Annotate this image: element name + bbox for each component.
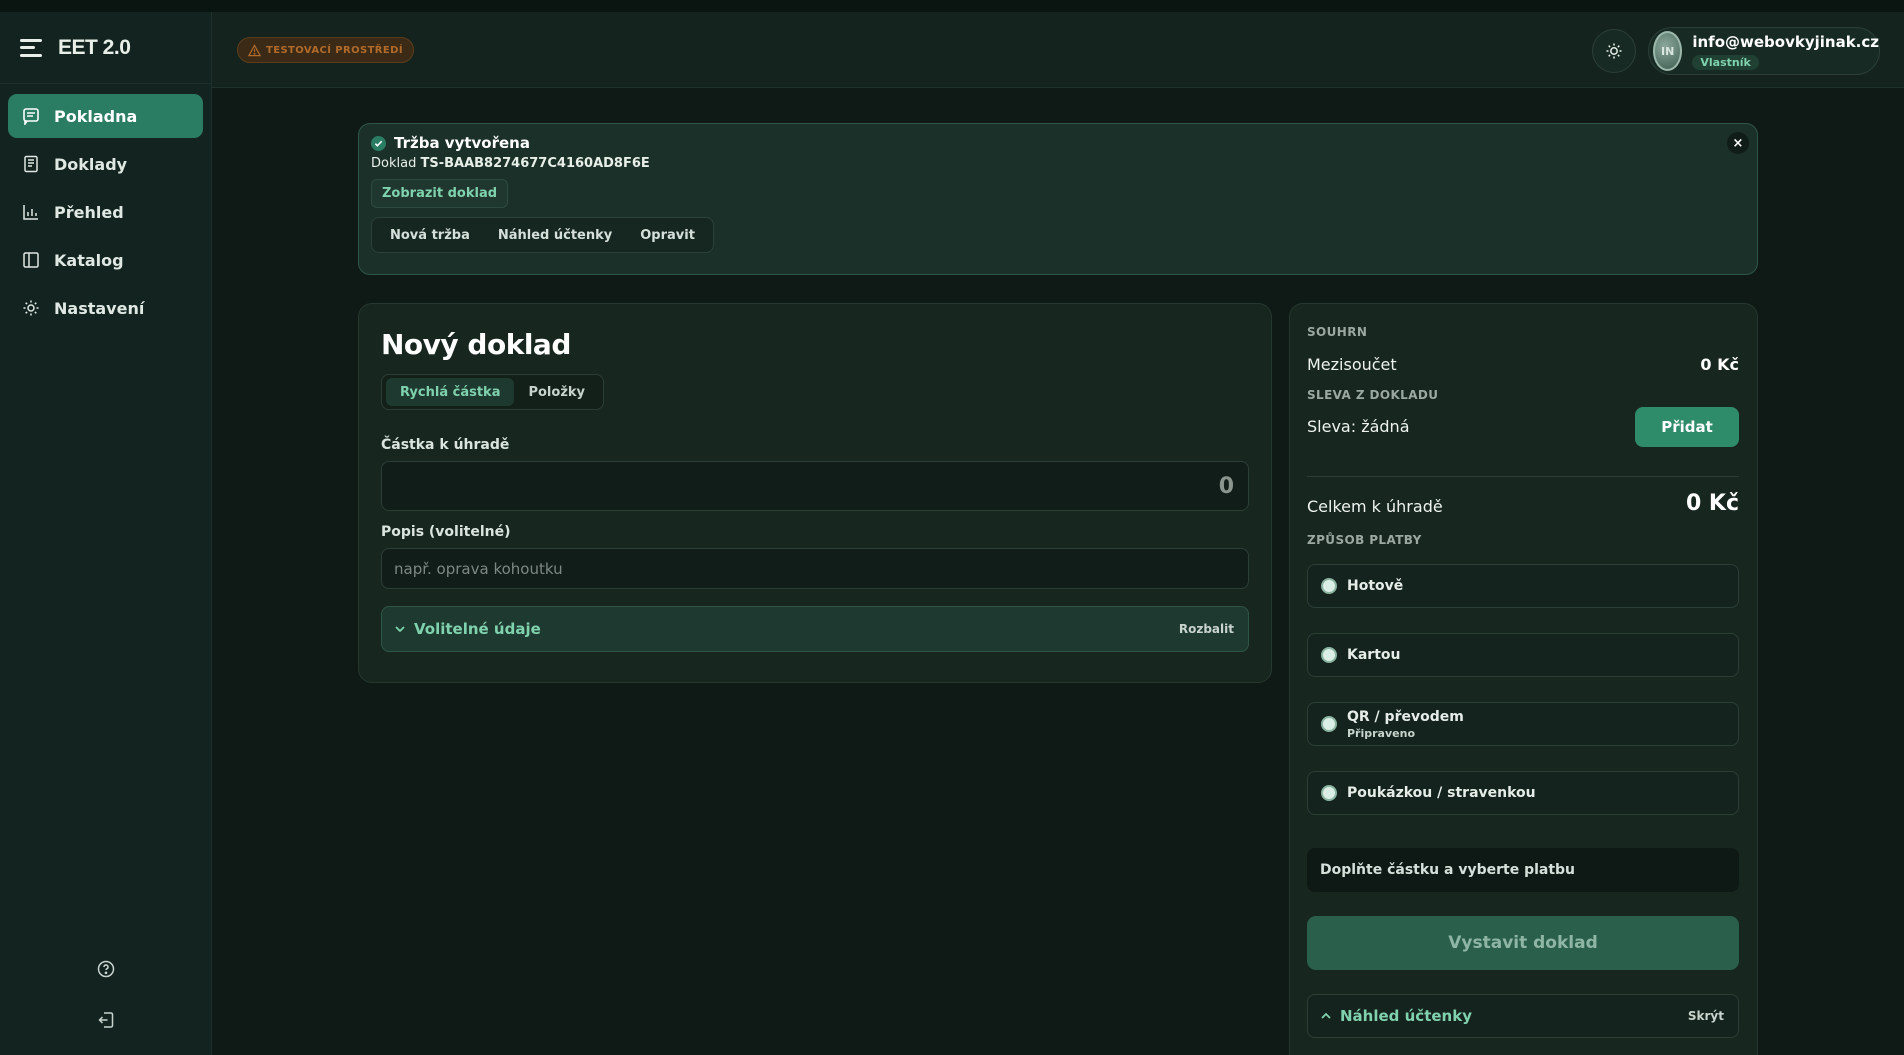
success-banner: Tržba vytvořena Doklad TS-BAAB8274677C41… <box>358 123 1758 275</box>
page-title: Nový doklad <box>381 328 571 361</box>
payment-label: Poukázkou / stravenkou <box>1347 785 1536 801</box>
payment-text: QR / převodem Připraveno <box>1347 709 1464 740</box>
amount-value: 0 <box>1218 474 1234 499</box>
receipt-preview-label: Náhled účtenky <box>1340 1007 1472 1025</box>
sidebar-item-label: Nastavení <box>54 298 145 318</box>
optional-details-toggle[interactable]: Volitelné údaje Rozbalit <box>381 606 1249 652</box>
sidebar-item-pokladna[interactable]: Pokladna <box>8 94 203 138</box>
warning-icon <box>248 43 261 56</box>
entry-mode-tabs: Rychlá částka Položky <box>381 374 605 410</box>
payment-heading: ZPŮSOB PLATBY <box>1307 533 1422 547</box>
sidebar-item-prehled[interactable]: Přehled <box>8 190 203 234</box>
user-menu[interactable]: IN info@webovkyjinak.cz Vlastník <box>1648 27 1880 75</box>
total-value: 0 Kč <box>1685 491 1739 516</box>
payment-status: Připraveno <box>1347 726 1415 740</box>
new-document-card: Nový doklad Rychlá částka Položky Částka… <box>358 303 1272 683</box>
summary-card: SOUHRN Mezisoučet 0 Kč SLEVA Z DOKLADU S… <box>1289 303 1758 1055</box>
receipt-icon <box>23 108 39 125</box>
radio-icon <box>1321 785 1337 801</box>
divider <box>1307 476 1739 477</box>
theme-toggle-button[interactable] <box>1592 29 1636 73</box>
sidebar-nav: Pokladna Doklady Přehled Katalog Nastave… <box>0 84 211 344</box>
avatar: IN <box>1653 31 1683 71</box>
total-label: Celkem k úhradě <box>1307 497 1443 516</box>
discount-heading: SLEVA Z DOKLADU <box>1307 388 1439 402</box>
user-email: info@webovkyjinak.cz <box>1692 32 1879 51</box>
payment-label: QR / převodem <box>1347 708 1464 725</box>
discount-label: Sleva: žádná <box>1307 417 1410 436</box>
user-meta: info@webovkyjinak.cz Vlastník <box>1692 33 1879 70</box>
document-icon <box>24 155 38 173</box>
doc-prefix: Doklad <box>371 156 417 171</box>
description-placeholder: např. oprava kohoutku <box>394 560 563 578</box>
add-discount-button[interactable]: Přidat <box>1635 407 1739 447</box>
payment-option-voucher[interactable]: Poukázkou / stravenkou <box>1307 771 1739 815</box>
optional-details-title: Volitelné údaje <box>394 620 541 638</box>
sidebar-item-label: Přehled <box>54 202 124 222</box>
amount-input[interactable]: 0 <box>381 461 1249 511</box>
chevron-down-icon <box>395 626 405 633</box>
payment-label: Kartou <box>1347 647 1401 663</box>
payment-option-card[interactable]: Kartou <box>1307 633 1739 677</box>
issue-document-button[interactable]: Vystavit doklad <box>1307 916 1739 970</box>
sidebar-item-label: Doklady <box>54 154 128 174</box>
top-strip <box>0 0 1904 12</box>
banner-title-text: Tržba vytvořena <box>394 134 530 152</box>
banner-doc-line: Doklad TS-BAAB8274677C4160AD8F6E <box>371 156 650 171</box>
payment-option-qr[interactable]: QR / převodem Připraveno <box>1307 702 1739 746</box>
environment-badge: TESTOVACÍ PROSTŘEDÍ <box>237 37 414 63</box>
sidebar-item-label: Pokladna <box>54 106 138 126</box>
brand: EET 2.0 <box>0 12 211 84</box>
role-badge: Vlastník <box>1692 54 1759 70</box>
expand-label[interactable]: Rozbalit <box>1179 622 1234 636</box>
sun-icon <box>1606 43 1622 59</box>
summary-heading: SOUHRN <box>1307 325 1368 339</box>
banner-title: Tržba vytvořena <box>371 134 530 152</box>
optional-details-label: Volitelné údaje <box>414 620 541 638</box>
book-icon <box>23 252 39 268</box>
doc-id: TS-BAAB8274677C4160AD8F6E <box>420 156 650 171</box>
close-icon[interactable]: × <box>1727 132 1749 154</box>
description-input[interactable]: např. oprava kohoutku <box>381 548 1249 589</box>
menu-icon[interactable] <box>20 38 42 57</box>
description-label: Popis (volitelné) <box>381 524 511 540</box>
top-header: TESTOVACÍ PROSTŘEDÍ IN info@webovkyjinak… <box>212 12 1904 88</box>
sidebar-item-doklady[interactable]: Doklady <box>8 142 203 186</box>
sidebar: EET 2.0 Pokladna Doklady Přehled Katalog… <box>0 12 212 1055</box>
payment-option-cash[interactable]: Hotově <box>1307 564 1739 608</box>
help-wrapper <box>0 960 212 978</box>
correct-button[interactable]: Opravit <box>626 228 709 243</box>
hide-label[interactable]: Skrýt <box>1688 1009 1724 1023</box>
app-name: EET 2.0 <box>58 35 131 59</box>
tab-items[interactable]: Položky <box>514 378 599 406</box>
receipt-preview-toggle[interactable]: Náhled účtenky Skrýt <box>1307 994 1739 1038</box>
sidebar-item-label: Katalog <box>54 250 124 270</box>
subtotal-value: 0 Kč <box>1700 355 1739 374</box>
tab-quick-amount[interactable]: Rychlá částka <box>386 378 515 406</box>
radio-icon <box>1321 578 1337 594</box>
receipt-preview-title: Náhled účtenky <box>1320 1007 1472 1025</box>
radio-icon <box>1321 647 1337 663</box>
validation-hint: Doplňte částku a vyberte platbu <box>1307 848 1739 892</box>
bar-chart-icon <box>23 205 38 220</box>
amount-label: Částka k úhradě <box>381 437 510 453</box>
receipt-preview-button[interactable]: Náhled účtenky <box>484 228 626 243</box>
sidebar-item-katalog[interactable]: Katalog <box>8 238 203 282</box>
sidebar-item-nastaveni[interactable]: Nastavení <box>8 286 203 330</box>
radio-icon <box>1321 716 1337 732</box>
subtotal-label: Mezisoučet <box>1307 355 1397 374</box>
check-icon <box>371 135 386 151</box>
help-icon[interactable] <box>97 960 115 978</box>
app-root: EET 2.0 Pokladna Doklady Přehled Katalog… <box>0 0 1904 1055</box>
show-document-button[interactable]: Zobrazit doklad <box>371 179 509 208</box>
environment-label: TESTOVACÍ PROSTŘEDÍ <box>266 44 403 56</box>
logout-icon[interactable] <box>97 1011 115 1029</box>
chevron-up-icon <box>1321 1012 1331 1019</box>
gear-icon <box>23 300 39 316</box>
payment-label: Hotově <box>1347 578 1404 594</box>
logout-wrapper <box>0 1011 212 1029</box>
banner-actions: Nová tržba Náhled účtenky Opravit <box>371 217 714 253</box>
new-sale-button[interactable]: Nová tržba <box>376 228 484 243</box>
